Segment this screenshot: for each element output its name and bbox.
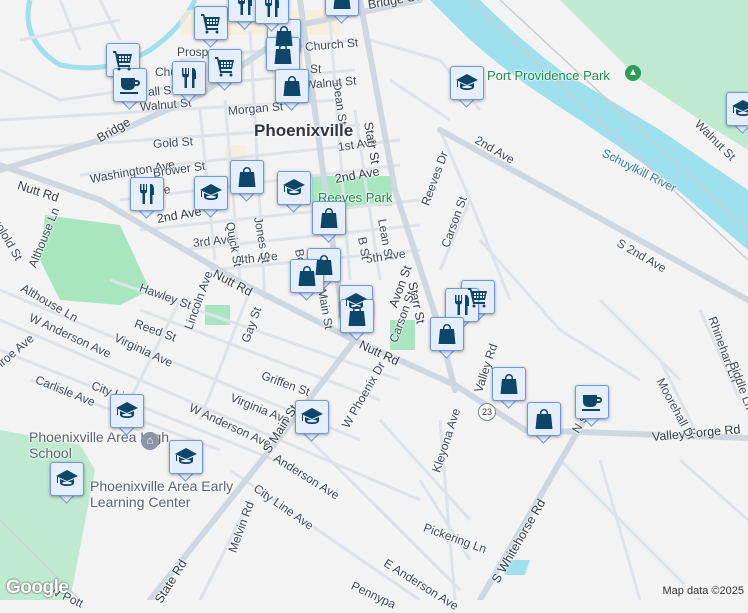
map-marker-restaurant[interactable] [172, 61, 206, 103]
map-marker-shopping[interactable] [492, 367, 526, 409]
cart-icon [213, 54, 237, 78]
map-marker-cart[interactable] [208, 49, 242, 91]
school-icon [55, 467, 79, 491]
shopping-icon [235, 165, 259, 189]
map-marker-shopping[interactable] [312, 201, 346, 243]
map-marker-school[interactable] [726, 92, 748, 134]
school-icon [300, 405, 324, 429]
shopping-icon [497, 372, 521, 396]
map-marker-shopping[interactable] [230, 160, 264, 202]
label-early-learning-center[interactable]: Phoenixville Area Early Learning Center [90, 478, 250, 510]
label-gold-st: Gold St [153, 134, 194, 151]
label-st: St [310, 62, 321, 76]
school-icon [115, 399, 139, 423]
cart-icon [111, 48, 135, 72]
map-marker-school[interactable] [169, 440, 203, 482]
map-marker-shopping[interactable] [527, 402, 561, 444]
google-logo[interactable]: Google [6, 577, 68, 599]
map-marker-school[interactable] [277, 171, 311, 213]
school-icon [199, 181, 223, 205]
restaurant-icon [177, 66, 201, 90]
park-icon: ▲ [625, 65, 641, 81]
map-marker-shopping[interactable] [340, 299, 374, 341]
shopping-icon [435, 322, 459, 346]
coffee-icon [118, 73, 142, 97]
shopping-icon [330, 0, 354, 11]
map-marker-coffee[interactable] [113, 68, 147, 110]
map-marker-shopping[interactable] [290, 259, 324, 301]
map-marker-coffee[interactable] [575, 385, 609, 427]
shopping-icon [271, 42, 295, 66]
school-icon [282, 176, 306, 200]
second-ave-east [440, 130, 748, 300]
school-icon [731, 97, 748, 121]
restaurant-icon [450, 293, 474, 317]
map-marker-school[interactable] [450, 66, 484, 108]
map-marker-shopping[interactable] [325, 0, 359, 24]
map-attribution[interactable]: Map data ©2025 [659, 584, 748, 598]
shopping-icon [345, 304, 369, 328]
althouse-park [40, 215, 150, 305]
shopping-icon [317, 206, 341, 230]
shopping-icon [280, 74, 304, 98]
shopping-icon [295, 264, 319, 288]
map-marker-cart[interactable] [194, 6, 228, 48]
label-city-phoenixville: Phoenixville [254, 121, 353, 141]
restaurant-icon [135, 182, 159, 206]
school-icon [455, 71, 479, 95]
map-marker-school[interactable] [194, 176, 228, 218]
map-marker-shopping[interactable] [275, 69, 309, 111]
map-marker-school[interactable] [110, 394, 144, 436]
cart-icon [199, 11, 223, 35]
shopping-icon [532, 407, 556, 431]
school-icon [174, 445, 198, 469]
restaurant-icon [233, 0, 257, 17]
map-marker-shopping[interactable] [430, 317, 464, 359]
coffee-icon [580, 390, 604, 414]
label-port-providence-park: Port Providence Park [487, 68, 610, 83]
restaurant-icon [260, 0, 284, 19]
map-marker-restaurant[interactable] [130, 177, 164, 219]
map-marker-school[interactable] [295, 400, 329, 442]
map-marker-school[interactable] [50, 462, 84, 504]
